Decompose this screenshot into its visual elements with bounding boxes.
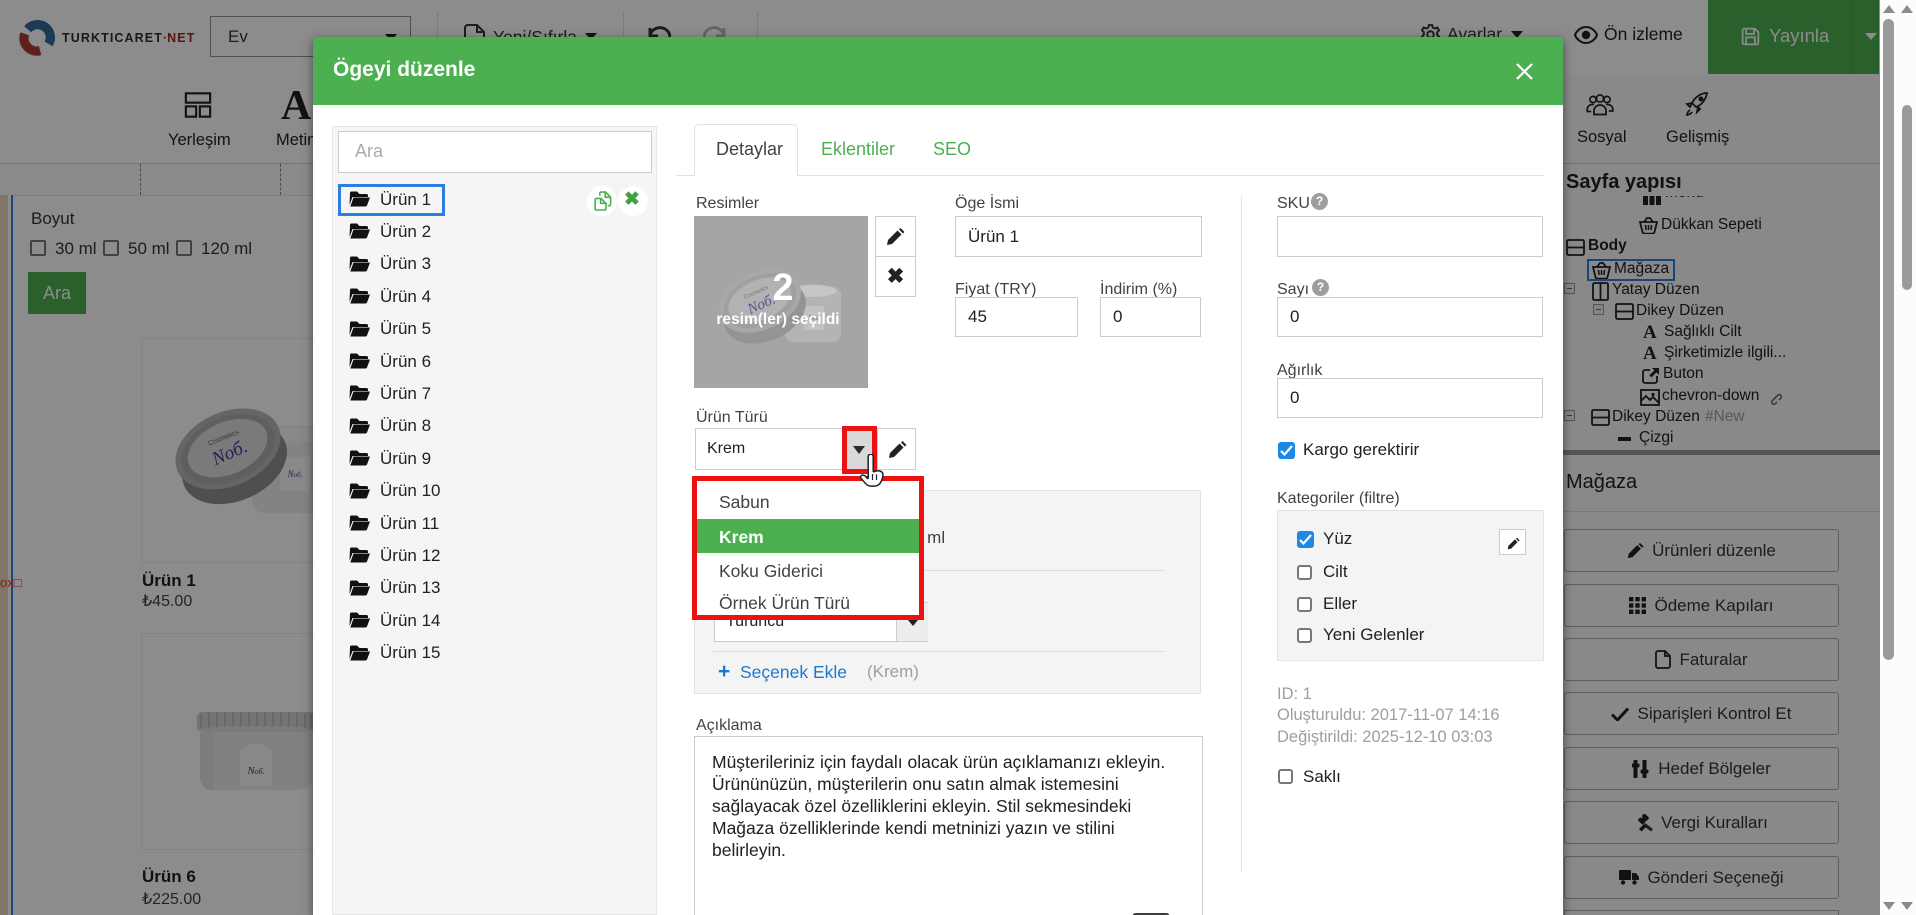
svg-text:resim(ler) seçildi: resim(ler) seçildi: [716, 311, 839, 328]
svg-text:2: 2: [772, 267, 793, 309]
